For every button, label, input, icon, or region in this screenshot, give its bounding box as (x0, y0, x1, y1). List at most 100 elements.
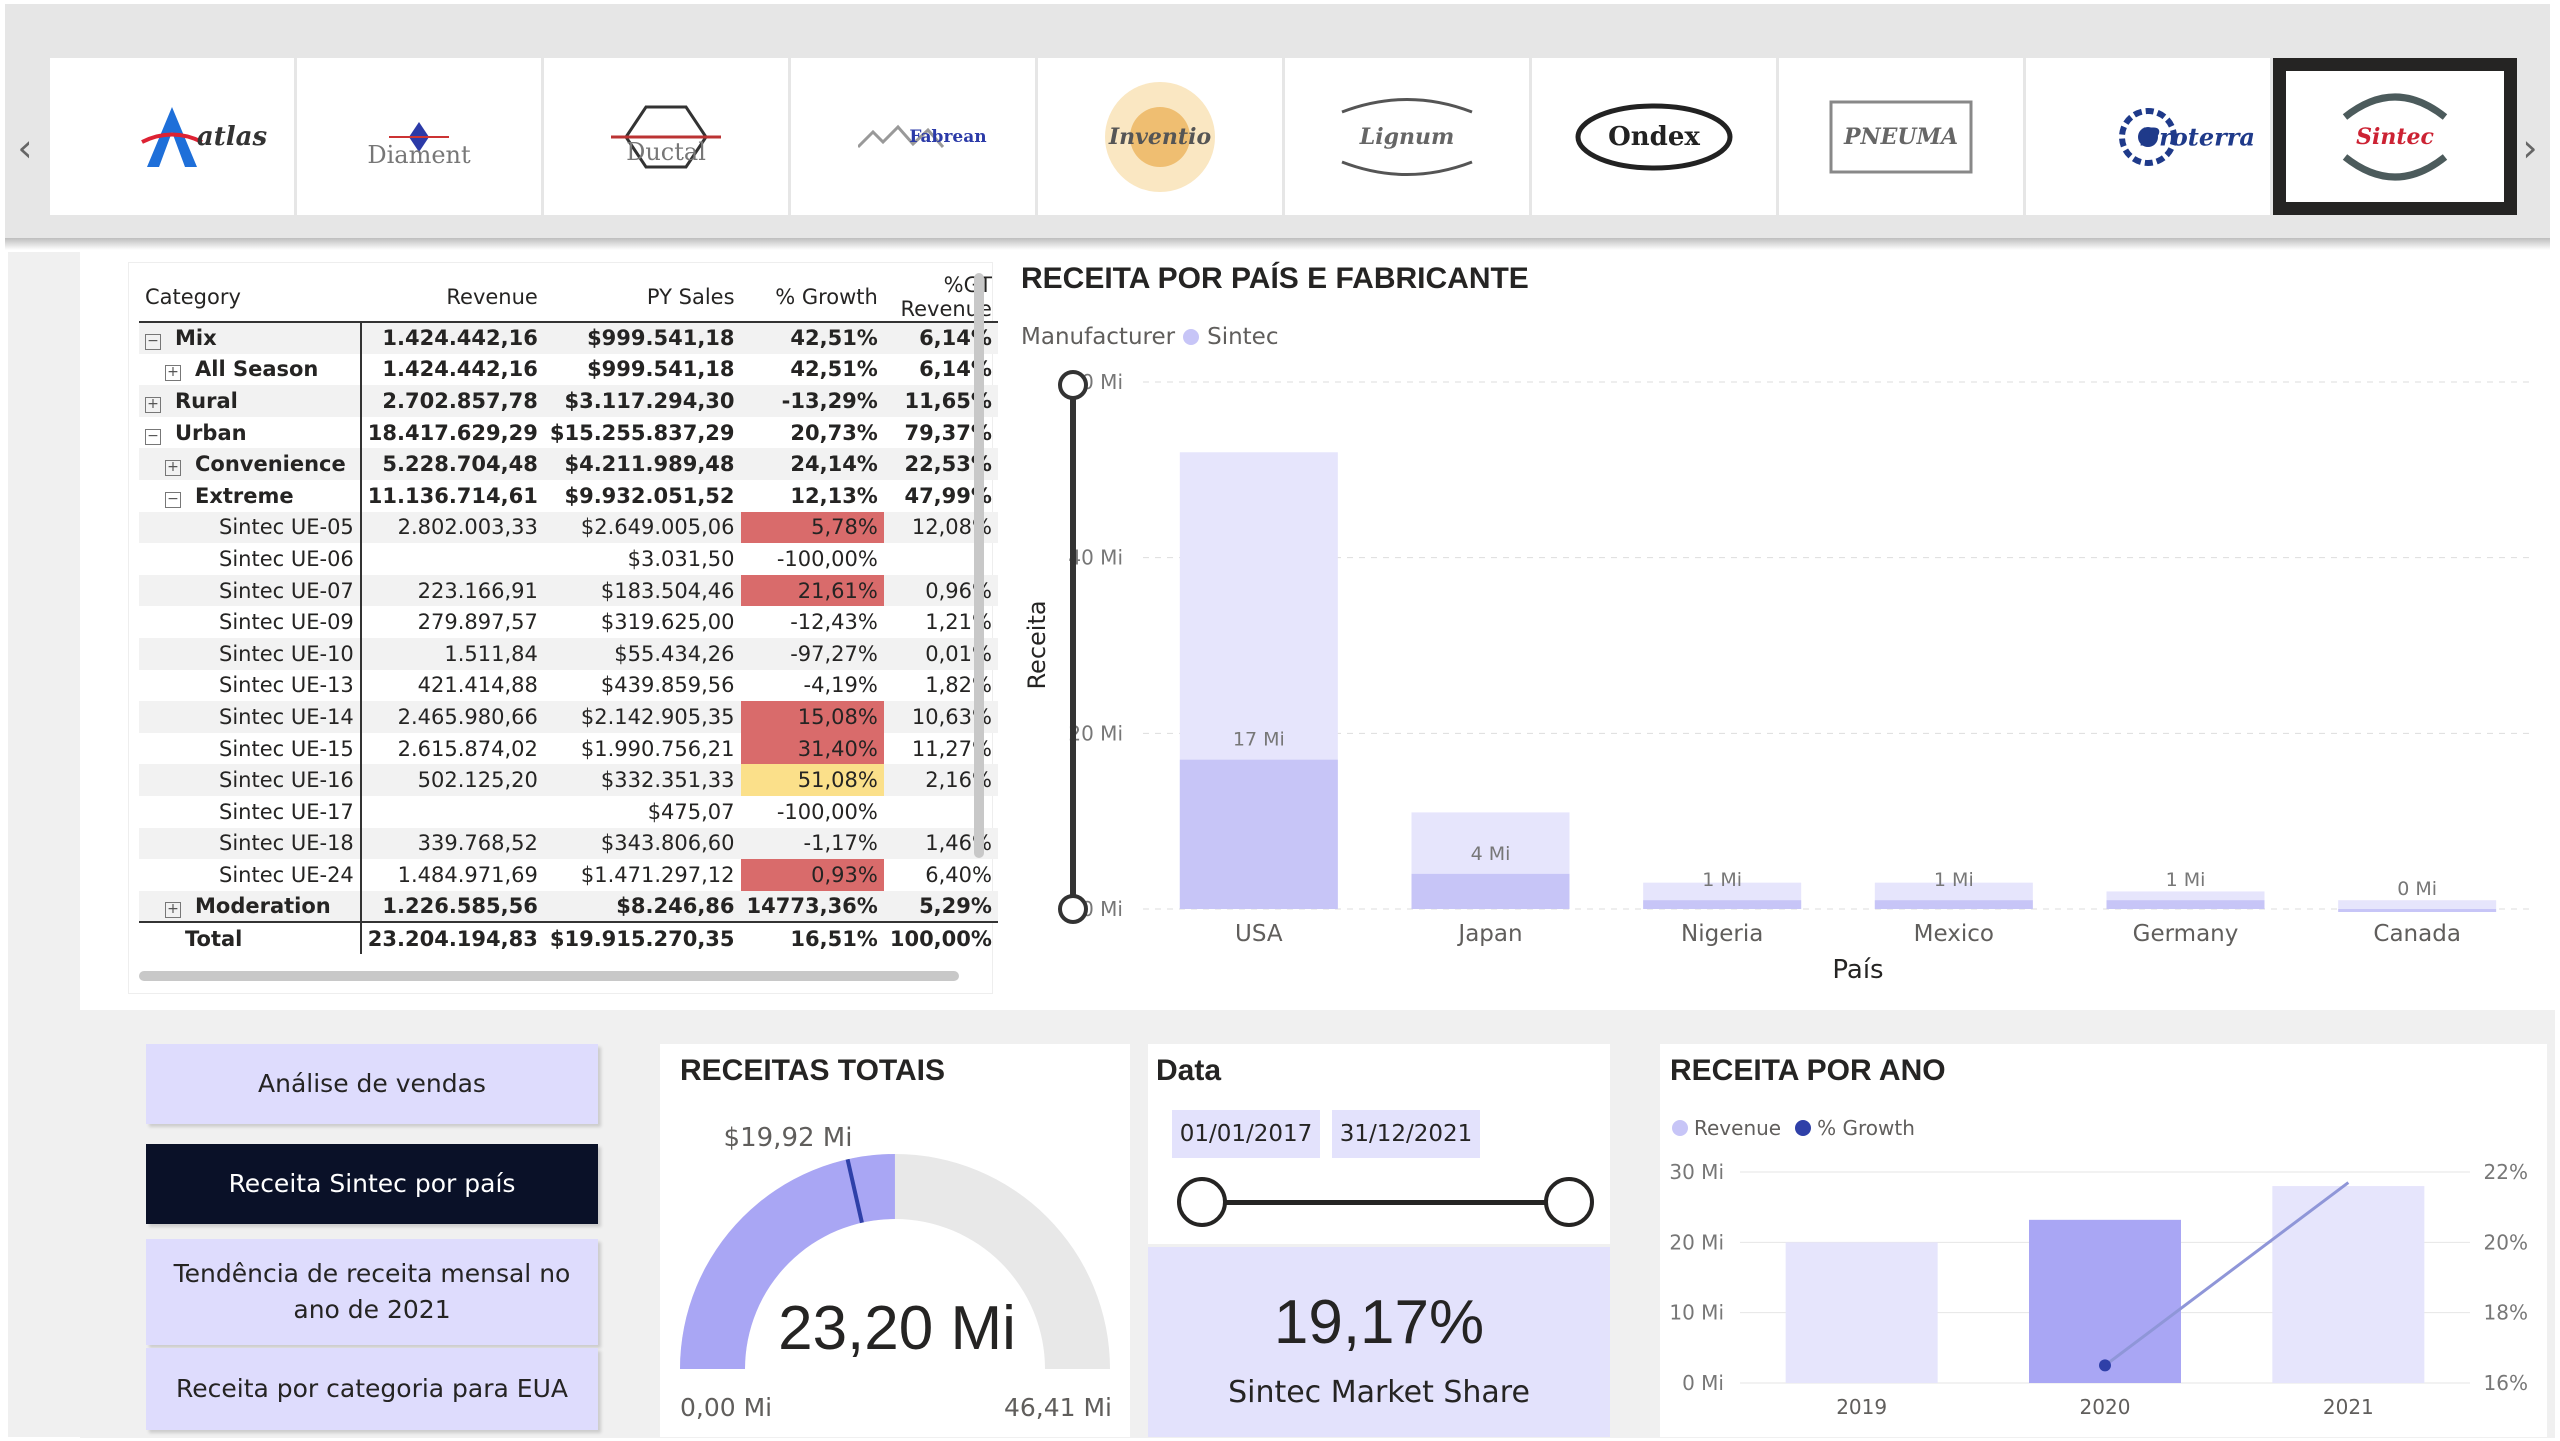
revenue-cell: 18.417.629,29 (367, 420, 538, 445)
bar-chart-svg: 60 Mi40 Mi20 Mi0 MiReceita17 MiUSA4 MiJa… (1023, 370, 2533, 985)
row-label-cell: − Extreme (139, 479, 362, 512)
column-header[interactable]: % Growth (740, 273, 884, 323)
ondex-logo[interactable]: Ondex (1532, 58, 1776, 215)
revenue-cell: 1.484.971,69 (397, 862, 538, 887)
revenue-cell: 1.511,84 (360, 637, 544, 670)
row-label: Sintec UE-07 (219, 578, 354, 603)
data-label: 1 Mi (1702, 869, 1742, 891)
table-row[interactable]: − Mix 1.424.442,16 $999.541,18 42,51% 6,14% (139, 322, 998, 354)
growth-cell: 51,08% (740, 764, 884, 796)
end-date-input[interactable]: 31/12/2021 (1332, 1110, 1480, 1158)
py-sales-cell: $319.625,00 (600, 610, 735, 635)
table-row[interactable]: + Moderation 1.226.585,56 $8.246,86 14773,36… (139, 890, 998, 923)
revenue-cell: 1.226.585,56 (360, 890, 544, 923)
revenue-cell: 1.424.442,16 (360, 322, 544, 354)
table-row[interactable]: Sintec UE-13 421.414,88 $439.859,56 -4,19% 1… (139, 669, 998, 702)
revenue-cell: 339.768,52 (360, 827, 544, 860)
revenue-cell (361, 796, 544, 828)
column-header[interactable]: PY Sales (543, 273, 741, 323)
table-row[interactable]: + Rural 2.702.857,78 $3.117.294,30 -13,29% 11… (139, 385, 998, 417)
scroll-right-icon[interactable]: › (2515, 129, 2545, 167)
row-label: Rural (175, 388, 238, 413)
fabrean-logo[interactable]: Fabrean (791, 58, 1035, 215)
nav-button-3[interactable]: Receita por categoria para EUA (146, 1348, 598, 1430)
table-row[interactable]: Sintec UE-15 2.615.874,02 $1.990.756,21 31,… (139, 732, 998, 765)
table-row[interactable]: Sintec UE-09 279.897,57 $319.625,00 -12,43%… (139, 606, 998, 638)
table-row[interactable]: Sintec UE-05 2.802.003,33 $2.649.005,06 5,7… (139, 511, 998, 544)
date-slicer: Data 01/01/2017 31/12/2021 (1148, 1044, 1610, 1244)
y-axis-title: Receita (1023, 600, 1051, 689)
row-label-cell: Sintec UE-10 (139, 637, 362, 670)
column-header[interactable]: Category (139, 273, 361, 323)
inventio-logo[interactable]: Inventio (1038, 58, 1282, 215)
nav-button-2[interactable]: Tendência de receita mensal no ano de 20… (146, 1239, 598, 1345)
table-row[interactable]: Sintec UE-24 1.484.971,69 $1.471.297,12 0,9… (139, 859, 998, 891)
row-label-cell: + Moderation (139, 890, 362, 923)
logo-label: atlas (196, 121, 268, 152)
row-label: Sintec UE-17 (219, 799, 354, 824)
date-slider-start-handle[interactable] (1177, 1177, 1227, 1227)
table-row[interactable]: Sintec UE-14 2.465.980,66 $2.142.905,35 15,… (139, 701, 998, 733)
collapse-icon[interactable]: − (165, 491, 181, 508)
nav-button-1[interactable]: Receita Sintec por país (146, 1144, 598, 1224)
revenue-bar (1785, 1242, 1938, 1383)
date-slider-end-handle[interactable] (1544, 1177, 1594, 1227)
py-sales-cell: $1.990.756,21 (580, 736, 735, 761)
table-row[interactable]: Sintec UE-06 $3.031,50 -100,00% (139, 543, 998, 575)
table-row[interactable]: Sintec UE-07 223.166,91 $183.504,46 21,61% 0… (139, 574, 998, 607)
row-label: Sintec UE-18 (219, 831, 354, 856)
row-label: Sintec UE-09 (219, 610, 354, 635)
table-row[interactable]: Sintec UE-16 502.125,20 $332.351,33 51,08% 2… (139, 764, 998, 796)
ductal-logo[interactable]: Ductal (544, 58, 788, 215)
revenue-cell: 2.702.857,78 (360, 385, 544, 417)
expand-icon[interactable]: + (165, 901, 181, 918)
growth-cell: 42,51% (740, 322, 884, 354)
column-header[interactable]: Revenue (360, 273, 544, 323)
country-revenue-chart: RECEITA POR PAÍS E FABRICANTE Manufactur… (1013, 262, 2547, 994)
row-label-cell: Sintec UE-15 (139, 732, 362, 765)
collapse-icon[interactable]: − (145, 334, 161, 351)
scroll-left-icon[interactable]: ‹ (10, 129, 40, 167)
proterra-logo-art: Proterra (2118, 107, 2255, 167)
bar-sintec (2338, 909, 2497, 912)
expand-icon[interactable]: + (165, 460, 181, 477)
revenue-cell: 279.897,57 (417, 610, 538, 635)
expand-icon[interactable]: + (165, 365, 181, 382)
total-revenue-gauge: RECEITAS TOTAIS $19,92 Mi 23,20 Mi 0,00 Mi… (660, 1044, 1130, 1437)
nav-button-0[interactable]: Análise de vendas (146, 1044, 598, 1124)
proterra-logo[interactable]: Proterra (2026, 58, 2270, 215)
start-date-input[interactable]: 01/01/2017 (1172, 1110, 1320, 1158)
logo-label: Fabrean (909, 126, 987, 147)
logo-label: Sintec (2356, 123, 2434, 150)
horizontal-scrollbar[interactable] (139, 971, 959, 981)
expand-icon[interactable]: + (145, 396, 161, 413)
growth-cell: -1,17% (740, 827, 884, 860)
py-sales-cell: $999.541,18 (543, 322, 741, 354)
py-sales-cell: $4.211.989,48 (543, 448, 741, 480)
row-label-cell: Sintec UE-05 (139, 511, 362, 544)
sintec-logo[interactable]: Sintec (2273, 58, 2517, 215)
table-row[interactable]: + Convenience 5.228.704,48 $4.211.989,48 24,… (139, 448, 998, 480)
table-row[interactable]: Sintec UE-17 $475,07 -100,00% (139, 795, 998, 828)
table-row[interactable]: Sintec UE-10 1.511,84 $55.434,26 -97,27% 0,0… (139, 637, 998, 670)
growth-cell: 20,73% (790, 420, 878, 445)
growth-cell: -100,00% (776, 799, 878, 824)
table-row[interactable]: − Urban 18.417.629,29 $15.255.837,29 20,73% 7… (139, 416, 998, 449)
table-row[interactable]: − Extreme 11.136.714,61 $9.932.051,52 12,13%… (139, 479, 998, 512)
vertical-scrollbar[interactable] (974, 273, 984, 858)
gauge-value: 23,20 Mi (778, 1294, 1016, 1363)
row-label-cell: Sintec UE-07 (139, 574, 362, 607)
kpi-label: Sintec Market Share (1228, 1375, 1530, 1410)
lignum-logo[interactable]: Lignum (1285, 58, 1529, 215)
table-row[interactable]: + All Season 1.424.442,16 $999.541,18 42,51%… (139, 353, 998, 386)
diament-logo[interactable]: Diament (297, 58, 541, 215)
atlas-logo[interactable]: atlas (50, 58, 294, 215)
data-label: 17 Mi (1233, 729, 1285, 751)
date-slider-track[interactable] (1200, 1200, 1570, 1205)
left-gutter (8, 252, 80, 1437)
collapse-icon[interactable]: − (145, 428, 161, 445)
row-label: Mix (175, 326, 217, 351)
pneuma-logo[interactable]: PNEUMA (1779, 58, 2023, 215)
py-sales-cell: $8.246,86 (543, 890, 741, 923)
table-row[interactable]: Sintec UE-18 339.768,52 $343.806,60 -1,17% 1… (139, 827, 998, 860)
